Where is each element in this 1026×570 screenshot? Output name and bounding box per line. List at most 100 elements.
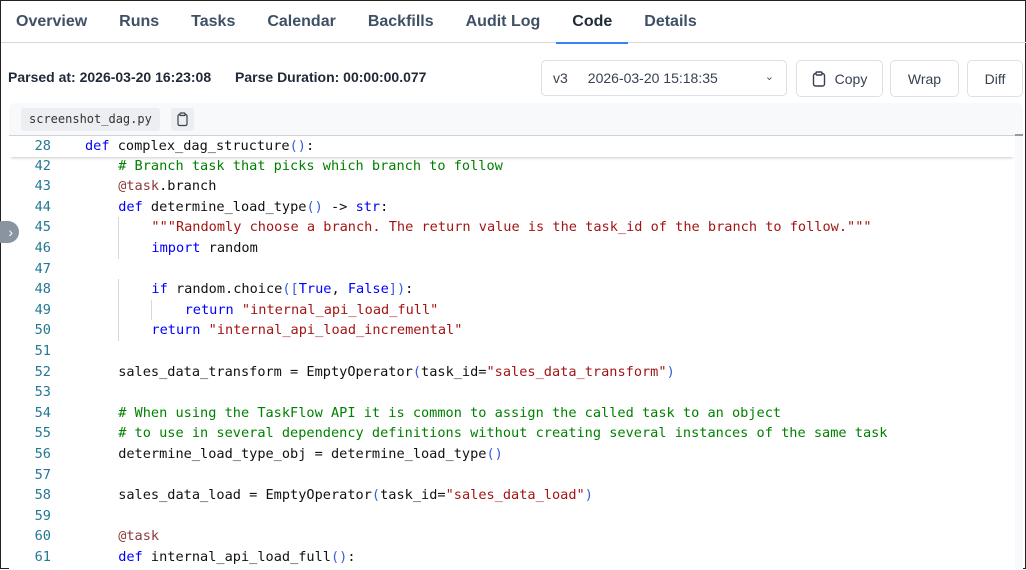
code-token: () — [306, 198, 323, 215]
code-panel: screenshot_dag.py 28 def complex_dag_stru… — [9, 103, 1023, 570]
code-line: 52 sales_data_transform = EmptyOperator(t… — [9, 362, 1015, 383]
line-number: 42 — [34, 157, 51, 174]
line-number: 52 — [34, 363, 51, 380]
code-line: 42 # Branch task that picks which branch … — [9, 156, 1015, 177]
code-token: if — [151, 281, 168, 298]
code-line: 58 sales_data_load = EmptyOperator(task_i… — [9, 485, 1015, 506]
tab-details[interactable]: Details — [644, 1, 696, 43]
line-number: 50 — [34, 322, 51, 339]
code-text: if random.choice([True, False]): — [151, 279, 413, 300]
diff-button[interactable]: Diff — [967, 60, 1023, 97]
code-line: 59 — [9, 506, 1015, 527]
code-line: 43 @task.branch — [9, 176, 1015, 197]
code-line: 44 def determine_load_type() -> str: — [9, 197, 1015, 218]
code-token: "internal_api_load_full" — [233, 301, 439, 318]
code-token: @task — [118, 178, 160, 195]
tab-runs[interactable]: Runs — [119, 1, 159, 43]
code-token: def — [118, 198, 143, 215]
code-line: 49 return "internal_api_load_full" — [9, 299, 1015, 321]
code-token: random.choice — [167, 281, 283, 298]
code-token: # to use in several dependency definitio… — [118, 425, 888, 442]
line-number: 49 — [34, 301, 51, 318]
code-token: internal_api_load_full — [142, 549, 331, 565]
code-token: ( — [412, 363, 422, 380]
version-select[interactable]: v3 2026-03-20 15:18:35 ⌄ — [541, 60, 787, 96]
indent-guide — [118, 320, 120, 341]
scrollbar[interactable] — [1015, 134, 1023, 136]
code-text: return "internal_api_load_incremental" — [151, 320, 462, 341]
code-token: ( — [371, 487, 381, 504]
parse-duration: Parse Duration: 00:00:00.077 — [235, 69, 427, 85]
code-line: 54 # When using the TaskFlow API it is co… — [9, 403, 1015, 424]
version-label: v3 — [553, 70, 568, 86]
code-token: : — [306, 138, 315, 154]
tab-overview[interactable]: Overview — [16, 1, 87, 43]
code-editor[interactable]: 28 def complex_dag_structure(): 42 # Branch… — [9, 135, 1015, 570]
code-line: 53 — [9, 382, 1015, 403]
tab-code[interactable]: Code — [556, 1, 629, 44]
code-text: import random — [151, 238, 257, 259]
indent-guide — [118, 217, 120, 238]
code-token: ([ — [282, 281, 299, 298]
tab-bar: Overview Runs Tasks Calendar Backfills Audit … — [1, 1, 1026, 44]
line-number: 44 — [34, 198, 51, 215]
line-number: 51 — [34, 343, 51, 359]
code-token: True — [298, 281, 332, 298]
file-name: screenshot_dag.py — [21, 108, 160, 131]
line-number: 59 — [34, 507, 51, 524]
code-line: 51 — [9, 341, 1015, 362]
code-text: # When using the TaskFlow API it is comm… — [118, 403, 781, 424]
code-line: 48 if random.choice([True, False]): — [9, 279, 1015, 300]
code-token: """Randomly choose a branch. The return … — [151, 219, 872, 236]
line-number: 55 — [34, 425, 51, 442]
code-line: 55 # to use in several dependency definit… — [9, 423, 1015, 444]
line-number: 43 — [34, 178, 51, 195]
line-number: 57 — [34, 466, 51, 483]
tab-audit-log[interactable]: Audit Log — [466, 1, 541, 43]
code-text: sales_data_load = EmptyOperator(task_id=… — [118, 485, 593, 506]
code-token: , — [331, 281, 348, 298]
line-number: 28 — [34, 138, 51, 154]
parsed-at: Parsed at: 2026-03-20 16:23:08 — [8, 69, 212, 85]
code-token: : — [405, 281, 414, 298]
code-token: sales_data_load = EmptyOperator — [118, 487, 372, 504]
tab-calendar[interactable]: Calendar — [267, 1, 335, 43]
code-token: def — [118, 549, 143, 565]
line-number: 56 — [34, 446, 51, 462]
code-line: 46 import random — [9, 238, 1015, 259]
code-text: # to use in several dependency definitio… — [118, 423, 887, 444]
line-number: 47 — [34, 260, 51, 277]
line-number: 54 — [34, 404, 51, 421]
code-token: determine_load_type — [142, 198, 307, 215]
code-token: "sales_data_load" — [445, 487, 585, 504]
code-text: """Randomly choose a branch. The return … — [151, 217, 871, 238]
code-token: complex_dag_structure — [109, 138, 290, 154]
version-timestamp: 2026-03-20 15:18:35 — [587, 70, 718, 86]
code-token: def — [85, 138, 110, 154]
code-token: False — [347, 281, 389, 298]
tab-tasks[interactable]: Tasks — [191, 1, 235, 43]
line-number: 48 — [34, 281, 51, 298]
code-token: () — [289, 138, 306, 154]
code-token: () — [331, 549, 348, 565]
code-token: sales_data_transform = EmptyOperator — [118, 363, 413, 380]
copy-button[interactable]: Copy — [796, 60, 883, 97]
sticky-code-line: 28 def complex_dag_structure(): — [9, 136, 1015, 157]
indent-guide — [118, 299, 120, 321]
code-token: ) — [584, 487, 593, 504]
indent-guide — [151, 299, 153, 321]
parse-info: Parsed at: 2026-03-20 16:23:08 Parse Dur… — [8, 69, 446, 85]
code-text: sales_data_transform = EmptyOperator(tas… — [118, 362, 675, 383]
code-token: ]) — [388, 281, 406, 298]
code-token: ) — [666, 363, 675, 380]
code-token: @task — [118, 528, 160, 545]
code-token: : — [380, 198, 389, 215]
tab-backfills[interactable]: Backfills — [368, 1, 434, 43]
line-number: 60 — [34, 528, 51, 545]
copy-label: Copy — [834, 70, 868, 87]
code-token: # When using the TaskFlow API it is comm… — [118, 404, 782, 421]
copy-filename-button[interactable] — [171, 108, 194, 131]
wrap-button[interactable]: Wrap — [890, 60, 959, 97]
code-text: def determine_load_type() -> str: — [118, 197, 388, 218]
code-token: .branch — [159, 178, 217, 195]
